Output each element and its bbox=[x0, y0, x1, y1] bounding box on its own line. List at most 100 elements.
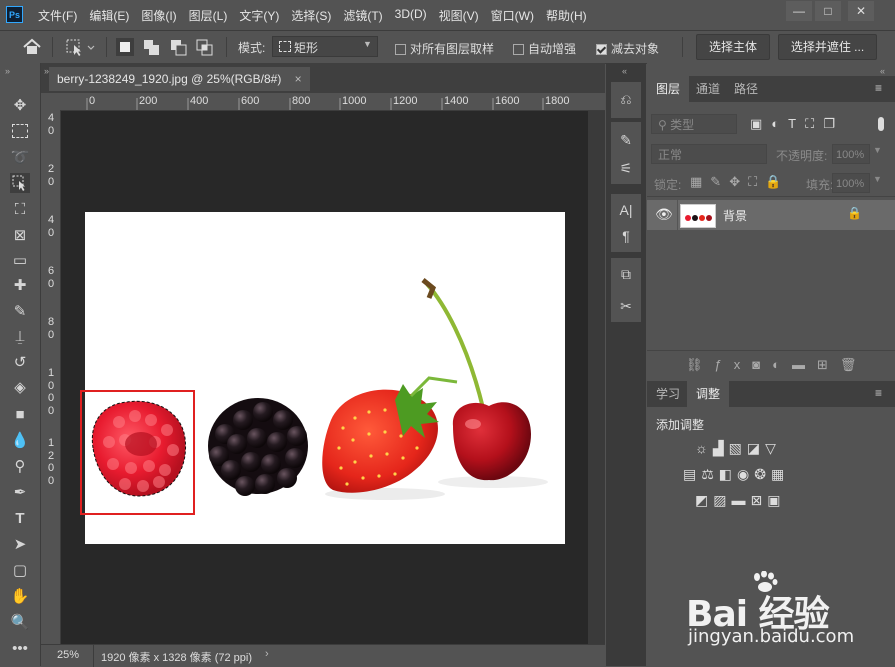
black-white-icon[interactable]: ◧ bbox=[719, 466, 737, 482]
object-selection-tool-icon[interactable] bbox=[10, 173, 30, 193]
subtract-from-selection-icon[interactable] bbox=[170, 39, 188, 57]
brightness-contrast-icon[interactable]: ☼ bbox=[695, 440, 713, 456]
pixel-filter-icon[interactable]: ▣ bbox=[750, 116, 771, 131]
eye-icon[interactable]: 👁 bbox=[655, 206, 673, 223]
lock-position-icon[interactable]: ✥ bbox=[729, 174, 748, 189]
brush-tool-icon[interactable]: ✎ bbox=[10, 302, 30, 322]
gradient-tool-icon[interactable]: ■ bbox=[10, 405, 30, 425]
type-filter-icon[interactable]: T bbox=[788, 116, 805, 131]
document-tab[interactable]: berry-1238249_1920.jpg @ 25%(RGB/8#) × bbox=[49, 67, 310, 91]
lock-all-icon[interactable]: 🔒 bbox=[765, 174, 789, 189]
panel-menu-icon[interactable]: ≡ bbox=[875, 81, 882, 95]
crop-tool-icon[interactable]: ⛶ bbox=[10, 200, 30, 220]
layer-style-icon[interactable]: ƒx bbox=[715, 357, 753, 372]
add-to-selection-icon[interactable] bbox=[143, 39, 161, 57]
opacity-arrow-icon[interactable]: ▼ bbox=[873, 145, 882, 155]
rectangle-tool-icon[interactable]: ▢ bbox=[10, 561, 30, 581]
vertical-scrollbar[interactable] bbox=[588, 111, 605, 644]
filter-toggle-icon[interactable] bbox=[878, 117, 884, 131]
shape-filter-icon[interactable]: ⛶ bbox=[805, 116, 823, 131]
lock-image-icon[interactable]: ✎ bbox=[710, 174, 729, 189]
menu-type[interactable]: 文字(Y) bbox=[233, 7, 285, 24]
color-lookup-icon[interactable]: ▦ bbox=[771, 466, 789, 482]
tab-learn[interactable]: 学习 bbox=[647, 381, 689, 407]
curves-icon[interactable]: ▧ bbox=[729, 440, 747, 456]
object-selection-tool-preset-icon[interactable] bbox=[66, 39, 98, 57]
new-layer-icon[interactable]: ⊞ bbox=[817, 357, 840, 372]
color-balance-icon[interactable]: ⚖ bbox=[701, 466, 719, 482]
intersect-selection-icon[interactable] bbox=[196, 39, 214, 57]
close-tab-icon[interactable]: × bbox=[295, 72, 302, 86]
delete-layer-icon[interactable]: 🗑 bbox=[840, 357, 869, 372]
menu-window[interactable]: 窗口(W) bbox=[485, 7, 540, 24]
healing-brush-tool-icon[interactable]: ✚ bbox=[10, 276, 30, 296]
3d-panel-icon[interactable]: ⧉ bbox=[614, 262, 638, 286]
character-panel-icon[interactable]: A| bbox=[614, 198, 638, 222]
brush-settings-panel-icon[interactable]: ⚟ bbox=[614, 156, 638, 180]
clone-stamp-tool-icon[interactable]: ⍊ bbox=[10, 327, 30, 347]
subtract-object-checkbox[interactable]: 减去对象 bbox=[596, 40, 659, 57]
collapse-right-panel-icon[interactable]: « bbox=[880, 66, 885, 76]
menu-layer[interactable]: 图层(L) bbox=[183, 7, 234, 24]
path-selection-tool-icon[interactable]: ➤ bbox=[10, 535, 30, 555]
move-tool-icon[interactable]: ✥ bbox=[10, 96, 30, 116]
paragraph-panel-icon[interactable]: ¶ bbox=[614, 224, 638, 248]
photo-filter-icon[interactable]: ◉ bbox=[737, 466, 754, 482]
brushes-panel-icon[interactable]: ✎ bbox=[614, 128, 638, 152]
auto-enhance-checkbox[interactable]: 自动增强 bbox=[513, 40, 576, 57]
maximize-button[interactable]: □ bbox=[815, 1, 841, 21]
tab-paths[interactable]: 路径 bbox=[725, 76, 767, 102]
home-icon[interactable] bbox=[22, 38, 42, 56]
threshold-icon[interactable]: ▬ bbox=[731, 492, 750, 508]
adjustment-filter-icon[interactable]: ◐ bbox=[771, 116, 788, 131]
channel-mixer-icon[interactable]: ❂ bbox=[754, 466, 771, 482]
opacity-input[interactable]: 100% bbox=[832, 144, 870, 164]
status-menu-arrow-icon[interactable]: › bbox=[265, 648, 269, 660]
new-group-icon[interactable]: ▬ bbox=[792, 357, 817, 372]
blur-tool-icon[interactable]: 💧 bbox=[10, 431, 30, 451]
layer-lock-icon[interactable]: 🔒 bbox=[847, 206, 862, 220]
tab-channels[interactable]: 通道 bbox=[687, 76, 729, 102]
posterize-icon[interactable]: ▨ bbox=[713, 492, 731, 508]
vibrance-icon[interactable]: ▽ bbox=[765, 440, 781, 456]
add-mask-icon[interactable]: ◙ bbox=[752, 357, 772, 372]
history-brush-tool-icon[interactable]: ↺ bbox=[10, 353, 30, 373]
panel-menu-icon[interactable]: ≡ bbox=[875, 386, 882, 400]
menu-help[interactable]: 帮助(H) bbox=[540, 7, 593, 24]
layer-row[interactable]: 👁 背景 🔒 bbox=[647, 200, 895, 230]
invert-icon[interactable]: ◩ bbox=[695, 492, 713, 508]
menu-file[interactable]: 文件(F) bbox=[32, 7, 83, 24]
menu-view[interactable]: 视图(V) bbox=[433, 7, 485, 24]
more-tools-icon[interactable]: ••• bbox=[10, 639, 30, 659]
menu-3d[interactable]: 3D(D) bbox=[389, 7, 433, 24]
adjustment-layer-icon[interactable]: ◐ bbox=[772, 357, 792, 372]
pen-tool-icon[interactable]: ✒ bbox=[10, 483, 30, 503]
close-button[interactable]: ✕ bbox=[848, 1, 874, 21]
sample-all-layers-checkbox[interactable]: 对所有图层取样 bbox=[395, 40, 494, 57]
tools-panel-icon[interactable]: ✂ bbox=[614, 294, 638, 318]
new-selection-button[interactable] bbox=[116, 38, 134, 56]
collapse-toolbar-icon[interactable]: » bbox=[5, 66, 10, 76]
eraser-tool-icon[interactable]: ◈ bbox=[10, 378, 30, 398]
levels-icon[interactable]: ▟ bbox=[713, 440, 729, 456]
dodge-tool-icon[interactable]: ⚲ bbox=[10, 457, 30, 477]
select-and-mask-button[interactable]: 选择并遮住 ... bbox=[778, 34, 877, 60]
collapse-dock-icon[interactable]: « bbox=[622, 66, 627, 76]
history-panel-icon[interactable]: ⎌ bbox=[614, 87, 638, 111]
lasso-tool-icon[interactable]: ➰ bbox=[10, 148, 30, 168]
zoom-level[interactable]: 25% bbox=[57, 649, 79, 661]
menu-image[interactable]: 图像(I) bbox=[135, 7, 182, 24]
zoom-tool-icon[interactable]: 🔍 bbox=[10, 613, 30, 633]
fill-arrow-icon[interactable]: ▼ bbox=[873, 174, 882, 184]
menu-select[interactable]: 选择(S) bbox=[285, 7, 337, 24]
link-layers-icon[interactable]: ⛓ bbox=[686, 357, 715, 372]
ruler-tool-icon[interactable]: ▭ bbox=[10, 251, 30, 271]
type-tool-icon[interactable]: T bbox=[10, 509, 30, 529]
frame-tool-icon[interactable]: ⊠ bbox=[10, 226, 30, 246]
exposure-icon[interactable]: ◪ bbox=[747, 440, 765, 456]
tab-layers[interactable]: 图层 bbox=[647, 76, 690, 102]
menu-filter[interactable]: 滤镜(T) bbox=[337, 7, 388, 24]
fill-input[interactable]: 100% bbox=[832, 173, 870, 193]
blend-mode-select[interactable]: 正常 bbox=[651, 144, 767, 164]
hue-saturation-icon[interactable]: ▤ bbox=[683, 466, 701, 482]
